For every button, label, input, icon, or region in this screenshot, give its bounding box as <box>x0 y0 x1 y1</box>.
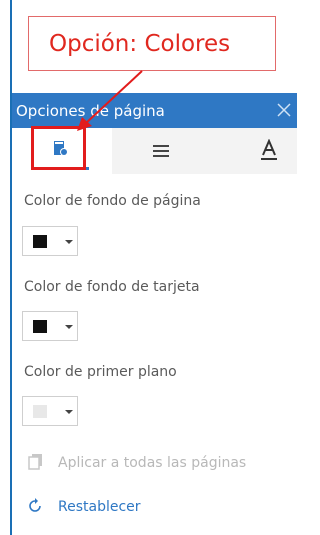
chevron-down-icon <box>65 325 73 329</box>
tab-layout[interactable] <box>112 128 212 174</box>
foreground-swatch <box>33 405 47 418</box>
panel-header: Opciones de página <box>12 93 297 128</box>
chevron-down-icon <box>65 410 73 414</box>
lines-icon <box>153 145 169 157</box>
page-bg-swatch <box>33 235 47 248</box>
highlight-box <box>31 126 86 170</box>
foreground-color-picker[interactable] <box>22 396 78 426</box>
page-bg-label: Color de fondo de página <box>24 193 201 209</box>
close-icon[interactable] <box>275 99 293 121</box>
panel-title: Opciones de página <box>16 101 165 120</box>
reset-label: Restablecer <box>58 499 141 515</box>
annotation-callout: Opción: Colores <box>28 16 276 71</box>
copy-icon <box>28 454 42 470</box>
refresh-icon <box>29 498 41 512</box>
card-bg-color-picker[interactable] <box>22 311 78 341</box>
foreground-label: Color de primer plano <box>24 364 177 380</box>
chevron-down-icon <box>65 240 73 244</box>
tab-text[interactable] <box>212 128 297 174</box>
page-bg-color-picker[interactable] <box>22 226 78 256</box>
card-bg-swatch <box>33 320 47 333</box>
font-a-icon <box>261 139 277 160</box>
card-bg-label: Color de fondo de tarjeta <box>24 279 200 295</box>
apply-all-label: Aplicar a todas las páginas <box>58 455 247 471</box>
callout-text: Opción: Colores <box>49 30 231 57</box>
